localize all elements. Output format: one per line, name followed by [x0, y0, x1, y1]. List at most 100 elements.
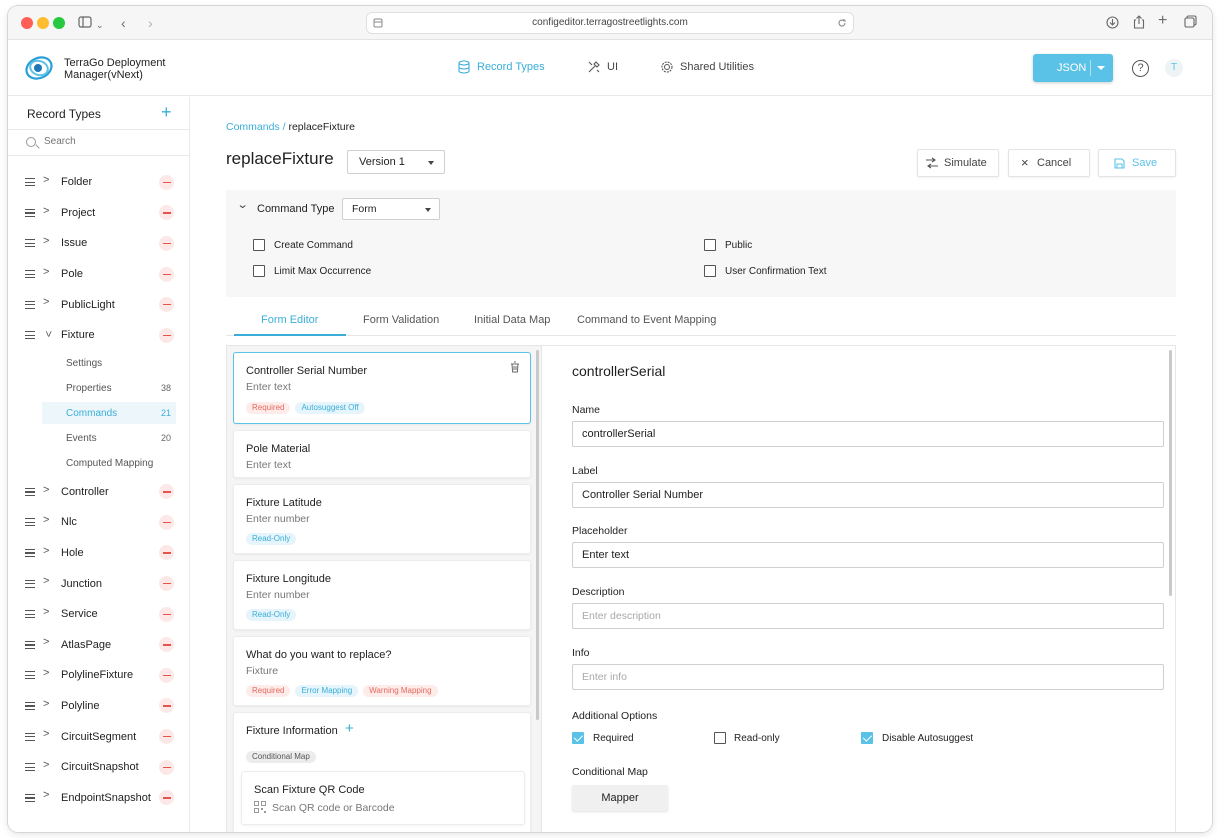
chevron-right-icon[interactable]: > [43, 759, 49, 771]
maximize-window-button[interactable] [53, 17, 65, 29]
chevron-right-icon[interactable]: > [43, 296, 49, 308]
nav-shared-utilities[interactable]: Shared Utilities [660, 60, 754, 74]
remove-icon[interactable] [159, 514, 174, 530]
user-confirmation-text-checkbox[interactable] [704, 265, 716, 277]
label-field[interactable]: Controller Serial Number [572, 482, 1164, 508]
sidebar-item-publiclight[interactable]: > PublicLight [8, 289, 189, 320]
field-card[interactable]: What do you want to replace? Fixture Req… [233, 636, 531, 706]
drag-handle-icon[interactable] [25, 579, 35, 588]
limit-max-occurrence-checkbox[interactable] [253, 265, 265, 277]
drag-handle-icon[interactable] [25, 270, 35, 279]
mapper-button[interactable]: Mapper [572, 785, 668, 811]
create-command-checkbox[interactable] [253, 239, 265, 251]
sidebar-item-polylinefixture[interactable]: > PolylineFixture [8, 660, 189, 691]
drag-handle-icon[interactable] [25, 239, 35, 248]
drag-handle-icon[interactable] [25, 701, 35, 710]
tab-command-to-event-mapping[interactable]: Command to Event Mapping [577, 314, 716, 326]
command-type-select[interactable]: Form [342, 198, 440, 220]
drag-handle-icon[interactable] [25, 300, 35, 309]
remove-icon[interactable] [159, 576, 174, 592]
chevron-right-icon[interactable]: > [43, 545, 49, 557]
drag-handle-icon[interactable] [25, 671, 35, 680]
tab-overview-icon[interactable] [1184, 15, 1197, 28]
read-only-checkbox[interactable] [714, 732, 726, 744]
sidebar-item-service[interactable]: > Service [8, 599, 189, 630]
remove-icon[interactable] [159, 637, 174, 653]
remove-icon[interactable] [159, 729, 174, 745]
sidebar-item-circuitsnapshot[interactable]: > CircuitSnapshot [8, 752, 189, 783]
public-checkbox[interactable] [704, 239, 716, 251]
drag-handle-icon[interactable] [25, 610, 35, 619]
search-input[interactable] [44, 136, 174, 147]
remove-icon[interactable] [159, 545, 174, 561]
help-icon[interactable]: ? [1132, 60, 1149, 77]
chevron-down-icon[interactable] [1097, 66, 1105, 70]
download-icon[interactable] [1106, 16, 1119, 29]
sidebar-subitem-commands[interactable]: Commands 21 [8, 401, 189, 426]
simulate-button[interactable]: Simulate [917, 149, 999, 177]
json-button[interactable]: JSON [1033, 54, 1113, 82]
chevron-right-icon[interactable]: > [43, 667, 49, 679]
trash-icon[interactable] [510, 361, 520, 373]
sidebar-item-folder[interactable]: > Folder [8, 167, 189, 198]
editor-scrollbar[interactable] [1169, 350, 1172, 596]
forward-icon[interactable]: › [148, 13, 153, 33]
sidebar-item-junction[interactable]: > Junction [8, 568, 189, 599]
description-field[interactable] [572, 603, 1164, 629]
chevron-right-icon[interactable]: > [43, 636, 49, 648]
version-select[interactable]: Version 1 [347, 150, 445, 174]
placeholder-field[interactable]: Enter text [572, 542, 1164, 568]
sidebar-toggle-icon[interactable] [78, 16, 92, 28]
sidebar-subitem-computed-mapping[interactable]: Computed Mapping [8, 451, 189, 476]
sidebar-item-atlaspage[interactable]: > AtlasPage [8, 629, 189, 660]
address-bar[interactable]: configeditor.terragostreetlights.com [366, 12, 854, 34]
remove-icon[interactable] [159, 266, 174, 282]
sidebar-item-polyline[interactable]: > Polyline [8, 691, 189, 722]
remove-icon[interactable] [159, 205, 174, 221]
field-list-scrollbar[interactable] [536, 350, 539, 720]
drag-handle-icon[interactable] [25, 331, 35, 340]
remove-icon[interactable] [159, 297, 174, 313]
cancel-button[interactable]: × Cancel [1008, 149, 1090, 177]
remove-icon[interactable] [159, 667, 174, 683]
reload-icon[interactable] [837, 18, 847, 28]
chevron-right-icon[interactable]: > [43, 174, 49, 186]
sidebar-subitem-settings[interactable]: Settings [8, 351, 189, 376]
tab-form-editor[interactable]: Form Editor [261, 314, 318, 326]
remove-icon[interactable] [159, 606, 174, 622]
sidebar-item-fixture[interactable]: > Fixture [8, 320, 189, 351]
drag-handle-icon[interactable] [25, 640, 35, 649]
sidebar-item-controller[interactable]: > Controller [8, 477, 189, 508]
sidebar-item-nlc[interactable]: > Nlc [8, 507, 189, 538]
share-icon[interactable] [1133, 15, 1145, 29]
field-card[interactable]: Scan Fixture QR Code Scan QR code or Bar… [241, 771, 525, 825]
sidebar-item-pole[interactable]: > Pole [8, 259, 189, 290]
required-checkbox[interactable] [572, 732, 584, 744]
field-card[interactable]: Fixture Latitude Enter number Read-Only [233, 484, 531, 554]
chevron-right-icon[interactable]: > [43, 484, 49, 496]
chevron-right-icon[interactable]: > [43, 728, 49, 740]
tab-form-validation[interactable]: Form Validation [363, 314, 439, 326]
sidebar-item-issue[interactable]: > Issue [8, 228, 189, 259]
remove-icon[interactable] [159, 790, 174, 806]
sidebar-item-project[interactable]: > Project [8, 198, 189, 229]
save-button[interactable]: Save [1098, 149, 1176, 177]
sidebar-subitem-properties[interactable]: Properties 38 [8, 376, 189, 401]
sidebar-subitem-events[interactable]: Events 20 [8, 426, 189, 451]
chevron-right-icon[interactable]: > [43, 266, 49, 278]
remove-icon[interactable] [159, 484, 174, 500]
chevron-down-icon[interactable]: ⌄ [96, 15, 104, 35]
remove-icon[interactable] [159, 698, 174, 714]
collapse-chevron-icon[interactable]: ⌄ [237, 198, 249, 211]
drag-handle-icon[interactable] [25, 793, 35, 802]
remove-icon[interactable] [159, 235, 174, 251]
field-card[interactable]: Controller Serial Number Enter text Requ… [233, 352, 531, 424]
remove-icon[interactable] [159, 759, 174, 775]
chevron-right-icon[interactable]: > [43, 575, 49, 587]
sidebar-item-hole[interactable]: > Hole [8, 538, 189, 569]
add-field-icon[interactable]: + [345, 720, 354, 737]
chevron-right-icon[interactable]: > [43, 514, 49, 526]
name-field[interactable]: controllerSerial [572, 421, 1164, 447]
sidebar-item-circuitsegment[interactable]: > CircuitSegment [8, 721, 189, 752]
sidebar-item-endpointsnapshot[interactable]: > EndpointSnapshot [8, 782, 189, 813]
